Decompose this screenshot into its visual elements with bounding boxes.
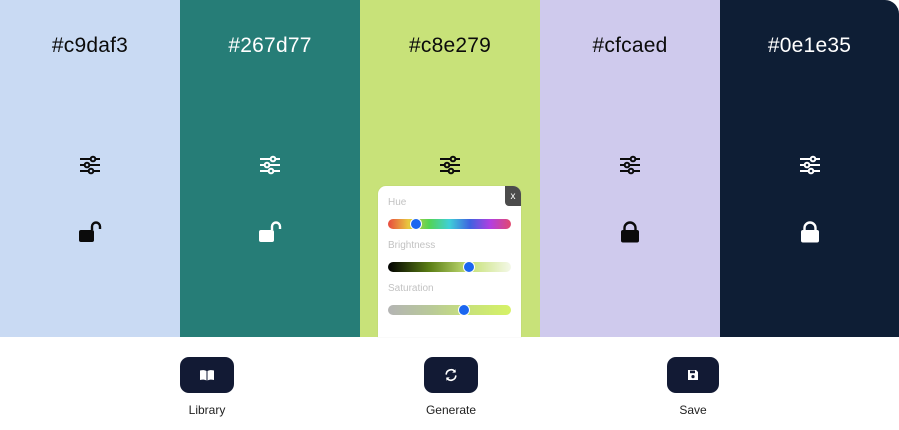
save-button[interactable] [667,357,719,393]
hex-code[interactable]: #c8e279 [360,34,540,58]
hue-slider-thumb[interactable] [411,219,422,229]
locked-padlock-icon [800,221,819,243]
save-item: Save [643,357,743,417]
lock-toggle[interactable] [257,218,283,246]
adjust-button[interactable] [797,152,823,178]
hex-code[interactable]: #cfcaed [540,34,720,58]
sliders-icon [620,155,640,175]
sliders-icon [440,155,460,175]
library-label: Library [188,403,226,417]
sliders-icon [260,155,280,175]
hex-code[interactable]: #c9daf3 [0,34,180,58]
book-icon [200,370,214,381]
library-item: Library [157,357,257,417]
swatch-1: #c9daf3 [0,0,180,337]
swatch-2: #267d77 [180,0,360,337]
close-button[interactable]: x [505,186,521,206]
adjust-button[interactable] [617,152,643,178]
sliders-icon [799,155,820,175]
swatch-5: #0e1e35 [720,0,899,337]
lock-toggle[interactable] [617,218,643,246]
lock-toggle[interactable] [77,218,103,246]
unlocked-padlock-icon [259,221,282,242]
saturation-slider[interactable] [388,305,511,315]
generate-label: Generate [425,403,477,417]
generate-item: Generate [401,357,501,417]
swatch-4: #cfcaed [540,0,720,337]
saturation-label: Saturation [388,283,434,294]
hex-code[interactable]: #0e1e35 [720,34,899,58]
sliders-icon [80,155,100,175]
floppy-disk-icon [688,370,698,380]
hue-slider[interactable] [388,219,511,229]
color-adjust-popup: x Hue Brightness Saturation [378,186,521,337]
generate-button[interactable] [424,357,478,393]
refresh-icon [445,369,457,381]
hex-code[interactable]: #267d77 [180,34,360,58]
brightness-label: Brightness [388,240,436,251]
save-label: Save [679,403,707,417]
library-button[interactable] [180,357,234,393]
brightness-slider[interactable] [388,262,511,272]
locked-padlock-icon [621,221,639,243]
adjust-button[interactable] [437,152,463,178]
lock-toggle[interactable] [797,218,823,246]
saturation-slider-thumb[interactable] [459,305,470,315]
adjust-button[interactable] [257,152,283,178]
unlocked-padlock-icon [79,221,102,242]
brightness-slider-thumb[interactable] [464,262,475,272]
hue-label: Hue [388,197,407,208]
adjust-button[interactable] [77,152,103,178]
